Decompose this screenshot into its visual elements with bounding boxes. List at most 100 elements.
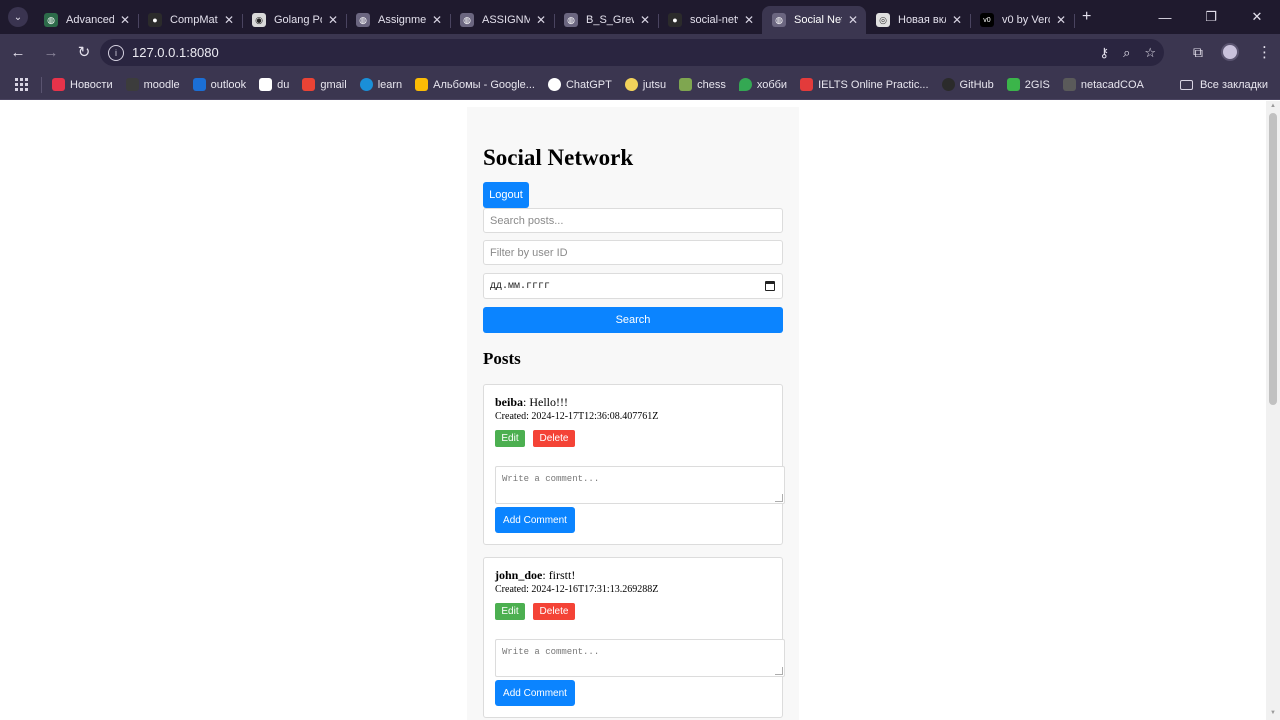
- window-close-icon[interactable]: ✕: [1234, 0, 1280, 34]
- menu-kebab-icon[interactable]: ⋮: [1257, 43, 1272, 61]
- window-controls: — ❐ ✕: [1142, 0, 1280, 34]
- search-posts-input[interactable]: [483, 208, 783, 233]
- browser-tab-active[interactable]: ◍ Social Netw ✕: [762, 6, 866, 34]
- resize-grip-icon[interactable]: [775, 667, 783, 675]
- edit-post-button[interactable]: Edit: [495, 430, 525, 447]
- tab-label: Assignmen: [378, 14, 426, 26]
- close-icon[interactable]: ✕: [848, 13, 858, 27]
- bookmark-item[interactable]: Новости: [52, 78, 113, 91]
- browser-tab[interactable]: ◎ Новая вкл ✕: [866, 6, 971, 34]
- bookmark-favicon-icon: [259, 78, 273, 91]
- new-tab-plus-icon[interactable]: +: [1082, 8, 1091, 26]
- resize-grip-icon[interactable]: [775, 494, 783, 502]
- close-icon[interactable]: ✕: [120, 13, 130, 27]
- scroll-down-arrow-icon[interactable]: ▼: [1269, 710, 1277, 718]
- comment-textarea[interactable]: [495, 466, 785, 504]
- scroll-up-arrow-icon[interactable]: ▲: [1269, 103, 1277, 111]
- close-icon[interactable]: ✕: [328, 13, 338, 27]
- browser-tab[interactable]: ● social-netw ✕: [658, 6, 763, 34]
- close-icon[interactable]: ✕: [1056, 13, 1066, 27]
- delete-post-button[interactable]: Delete: [533, 603, 575, 620]
- close-icon[interactable]: ✕: [744, 13, 754, 27]
- close-icon[interactable]: ✕: [952, 13, 962, 27]
- browser-tab[interactable]: ◍ B_S_Grewa ✕: [554, 6, 659, 34]
- bookmark-favicon-icon: [679, 78, 693, 91]
- tab-bar: ⌄ ◍ Advanced ✕ ● CompMath ✕ ◉ Golang Po …: [0, 0, 1280, 34]
- browser-tab[interactable]: v0 v0 by Verc ✕: [970, 6, 1075, 34]
- bookmark-item[interactable]: chess: [679, 78, 726, 91]
- bookmark-item[interactable]: gmail: [302, 78, 347, 91]
- post-content: Hello!!!: [529, 395, 569, 409]
- bookmark-favicon-icon: [800, 78, 814, 91]
- zoom-magnifier-icon[interactable]: ⌕: [1123, 45, 1130, 61]
- bookmark-item[interactable]: jutsu: [624, 78, 666, 91]
- globe-icon: ◍: [564, 13, 578, 27]
- bookmark-item[interactable]: 2GIS: [1006, 78, 1050, 91]
- edit-post-button[interactable]: Edit: [495, 603, 525, 620]
- profile-avatar-icon[interactable]: [1221, 43, 1239, 61]
- date-filter-input[interactable]: дд.мм.гггг: [483, 273, 783, 299]
- bookmark-favicon-icon: [415, 78, 429, 91]
- site-info-icon[interactable]: i: [108, 44, 124, 61]
- logout-button[interactable]: Logout: [483, 182, 529, 208]
- password-key-icon[interactable]: ⚷: [1100, 45, 1110, 61]
- page-title: Social Network: [483, 145, 634, 170]
- back-arrow-icon[interactable]: ←: [3, 37, 33, 67]
- bookmark-item[interactable]: хобби: [738, 78, 787, 91]
- post-header: beiba: Hello!!!: [495, 395, 569, 409]
- bookmark-favicon-icon: [738, 78, 752, 91]
- tab-label: social-netw: [690, 14, 738, 26]
- tab-label: Golang Po: [274, 14, 322, 26]
- add-comment-button[interactable]: Add Comment: [495, 507, 575, 533]
- bookmark-item[interactable]: IELTS Online Practic...: [800, 78, 929, 91]
- bookmark-item[interactable]: GitHub: [941, 78, 994, 91]
- bookmark-item[interactable]: moodle: [125, 78, 180, 91]
- close-icon[interactable]: ✕: [640, 13, 650, 27]
- post-timestamp: 2024-12-16T17:31:13.269288Z: [531, 584, 659, 595]
- bookmark-star-icon[interactable]: ☆: [1144, 45, 1156, 61]
- bookmark-item[interactable]: learn: [359, 78, 402, 91]
- search-button[interactable]: Search: [483, 307, 783, 333]
- comment-textarea[interactable]: [495, 639, 785, 677]
- browser-tab[interactable]: ◉ Golang Po ✕: [242, 6, 347, 34]
- bookmark-favicon-icon: [52, 78, 65, 91]
- all-bookmarks[interactable]: Все закладки: [1179, 70, 1268, 100]
- maximize-icon[interactable]: ❐: [1188, 0, 1234, 34]
- post-card: beiba: Hello!!! Created: 2024-12-17T12:3…: [483, 384, 785, 545]
- forward-arrow-icon[interactable]: →: [36, 37, 66, 67]
- scrollbar-thumb[interactable]: [1269, 113, 1277, 405]
- golang-icon: ◉: [252, 13, 266, 27]
- globe-icon: ◍: [44, 13, 58, 27]
- address-bar[interactable]: i 127.0.0.1:8080 ⚷ ⌕ ☆: [100, 39, 1164, 66]
- browser-tab[interactable]: ◍ ASSIGNME ✕: [450, 6, 555, 34]
- bookmark-item[interactable]: netacadCOA: [1062, 78, 1144, 91]
- bookmark-item[interactable]: Альбомы - Google...: [415, 78, 535, 91]
- bookmark-favicon-icon: [1006, 78, 1020, 91]
- bookmark-item[interactable]: du: [259, 78, 289, 91]
- calendar-icon[interactable]: [765, 281, 775, 291]
- delete-post-button[interactable]: Delete: [533, 430, 575, 447]
- post-header: john_doe: firstt!: [495, 568, 576, 582]
- reload-icon[interactable]: ↻: [69, 37, 99, 67]
- tab-search-chevron-icon[interactable]: ⌄: [8, 7, 28, 27]
- close-icon[interactable]: ✕: [224, 13, 234, 27]
- tab-label: Social Netw: [794, 14, 842, 26]
- apps-grid-icon[interactable]: [15, 77, 29, 92]
- post-username: john_doe: [495, 568, 543, 582]
- minimize-icon[interactable]: —: [1142, 0, 1188, 34]
- posts-heading: Posts: [483, 349, 521, 368]
- bookmark-item[interactable]: ChatGPT: [547, 78, 612, 91]
- close-icon[interactable]: ✕: [432, 13, 442, 27]
- close-icon[interactable]: ✕: [536, 13, 546, 27]
- add-comment-button[interactable]: Add Comment: [495, 680, 575, 706]
- browser-tab[interactable]: ● CompMath ✕: [138, 6, 243, 34]
- browser-tab[interactable]: ◍ Assignmen ✕: [346, 6, 451, 34]
- browser-tab[interactable]: ◍ Advanced ✕: [34, 6, 139, 34]
- user-id-filter-input[interactable]: [483, 240, 783, 265]
- bookmark-item[interactable]: outlook: [192, 78, 246, 91]
- page-scrollbar[interactable]: ▲ ▼: [1266, 101, 1280, 720]
- extensions-puzzle-icon[interactable]: ⧉: [1193, 44, 1203, 61]
- url-text[interactable]: 127.0.0.1:8080: [132, 45, 219, 60]
- address-toolbar: ← → ↻ i 127.0.0.1:8080 ⚷ ⌕ ☆ ⧉ ⋮: [0, 34, 1280, 70]
- chrome-icon: ◎: [876, 13, 890, 27]
